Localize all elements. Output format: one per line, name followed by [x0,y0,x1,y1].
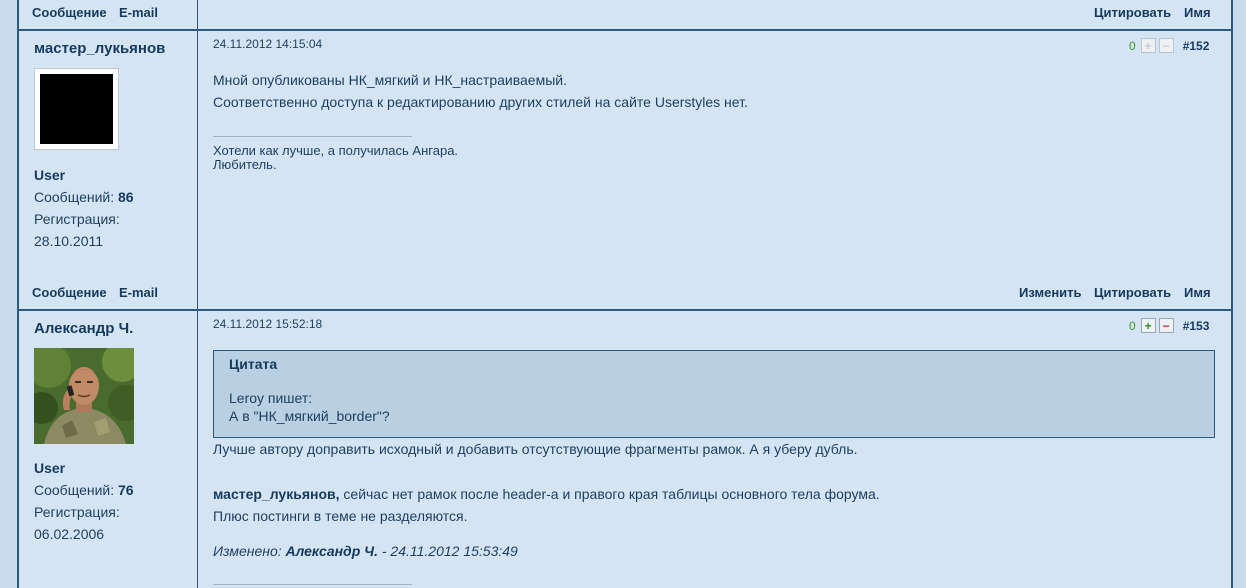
signature-line: Любитель. [213,157,277,172]
email-link[interactable]: E-mail [119,5,158,20]
signature-divider [213,136,412,137]
quote-text: А в "НК_мягкий_border"? [229,408,390,424]
vote-widget: 0 + − #152 [1129,38,1209,53]
messages-count: Сообщений: 86 [34,189,134,205]
post-text-line: Плюс постинги в теме не разделяются. [213,508,468,524]
message-link[interactable]: Сообщение [32,5,107,20]
name-link[interactable]: Имя [1184,5,1211,20]
registration-label: Регистрация: [34,211,120,227]
post-text-line: Мной опубликованы НК_мягкий и НК_настраи… [213,72,567,88]
email-link[interactable]: E-mail [119,285,158,300]
registration-label: Регистрация: [34,504,120,520]
quote-author-line: Leroy пишет: [229,390,313,406]
minus-icon[interactable]: − [1158,318,1174,333]
quote-block: Цитата Leroy пишет: А в "НК_мягкий_borde… [213,350,1215,438]
quote-link[interactable]: Цитировать [1094,285,1171,300]
message-link[interactable]: Сообщение [32,285,107,300]
plus-icon[interactable]: + [1140,38,1156,53]
author-name[interactable]: мастер_лукьянов [34,40,165,57]
column-divider [197,0,198,588]
edited-note: Изменено: Александр Ч. - 24.11.2012 15:5… [213,543,518,559]
vote-widget: 0 + − #153 [1129,318,1209,333]
row-divider [17,29,1231,31]
post-date: 24.11.2012 15:52:18 [213,317,323,331]
user-role: User [34,167,66,183]
post-text-line: Лучше автору доправить исходный и добави… [213,441,858,457]
author-name[interactable]: Александр Ч. [34,320,133,337]
quote-title: Цитата [229,356,278,372]
post-date: 24.11.2012 14:15:04 [213,37,323,51]
user-role: User [34,460,66,476]
vote-count: 0 [1129,38,1136,53]
signature-divider [213,584,412,585]
user-mention[interactable]: мастер_лукьянов, [213,486,340,502]
vote-count: 0 [1129,318,1136,333]
messages-count: Сообщений: 76 [34,482,134,498]
registration-date: 28.10.2011 [34,233,104,249]
signature-line: Хотели как лучше, а получилась Ангара. [213,143,459,158]
row-divider [17,309,1231,311]
post-text-line: мастер_лукьянов, сейчас нет рамок после … [213,486,880,502]
post-number[interactable]: #153 [1183,319,1210,333]
edit-link[interactable]: Изменить [1019,285,1082,300]
post-number[interactable]: #152 [1183,39,1210,53]
avatar [34,68,119,150]
post-text-line: Соответственно доступа к редактированию … [213,94,748,110]
quote-link[interactable]: Цитировать [1094,5,1171,20]
registration-date: 06.02.2006 [34,526,105,542]
minus-icon[interactable]: − [1158,38,1174,53]
avatar [34,348,134,444]
plus-icon[interactable]: + [1140,318,1156,333]
name-link[interactable]: Имя [1184,285,1211,300]
